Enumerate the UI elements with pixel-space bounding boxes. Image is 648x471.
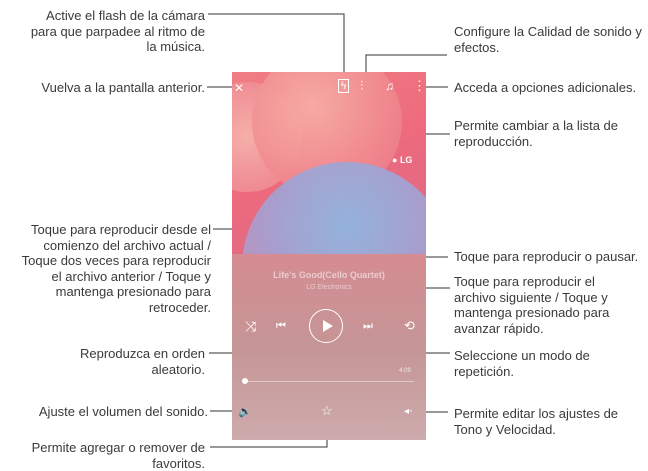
shuffle-icon[interactable]: ⤨	[245, 319, 256, 333]
annotation-back: Vuelva a la pantalla anterior.	[41, 80, 205, 95]
lg-logo-text: LG	[399, 155, 413, 165]
annotation-tone-speed: Permite editar los ajustes de Tono y Vel…	[454, 406, 619, 437]
annotation-next: Toque para reproducir el archivo siguien…	[454, 274, 610, 336]
tone-speed-icon[interactable]: ◂◦	[404, 406, 413, 418]
volume-icon[interactable]: 🔉	[238, 406, 252, 418]
lg-logo: ● LG	[392, 155, 413, 165]
annotation-flash: Active el flash de la cámara para que pa…	[30, 8, 205, 54]
favorite-icon[interactable]: ☆	[321, 404, 333, 417]
repeat-icon[interactable]: ⟲	[404, 319, 415, 332]
seek-handle[interactable]	[242, 378, 248, 384]
song-artist: LG Electronics	[306, 284, 352, 291]
flash-icon[interactable]: ϟ	[338, 79, 349, 93]
annotation-previous: Toque para reproducir desde el comienzo …	[21, 222, 211, 315]
song-title: Life's Good(Cello Quartet)	[273, 270, 385, 280]
total-time: 4:09	[399, 368, 411, 374]
annotation-volume: Ajuste el volumen del sonido.	[38, 404, 208, 419]
next-icon[interactable]: ⏭	[363, 320, 373, 332]
album-art: ● LG	[232, 72, 426, 254]
equalizer-icon[interactable]: ⫶	[360, 79, 363, 92]
annotation-repeat: Seleccione un modo de repetición.	[454, 348, 590, 379]
music-player-screen: ● LG ✕ ϟ ⫶ ♫ ⋮ Life's Good(Cello Quartet…	[232, 72, 426, 440]
annotation-favorite: Permite agregar o remover de favoritos.	[31, 440, 205, 471]
play-pause-button[interactable]	[309, 309, 343, 343]
annotation-playlist: Permite cambiar a la lista de reproducci…	[454, 118, 619, 149]
back-icon[interactable]: ✕	[234, 82, 244, 94]
annotation-sound-quality: Configure la Calidad de sonido y efectos…	[454, 24, 642, 55]
annotation-more-options: Acceda a opciones adicionales.	[454, 80, 637, 95]
previous-icon[interactable]: ⏮	[276, 320, 286, 332]
more-icon[interactable]: ⋮	[413, 79, 426, 92]
seek-bar[interactable]	[244, 381, 414, 382]
annotation-play-pause: Toque para reproducir o pausar.	[454, 249, 639, 264]
playlist-icon[interactable]: ♫	[385, 80, 394, 92]
annotation-shuffle: Reproduzca en orden aleatorio.	[79, 346, 205, 377]
